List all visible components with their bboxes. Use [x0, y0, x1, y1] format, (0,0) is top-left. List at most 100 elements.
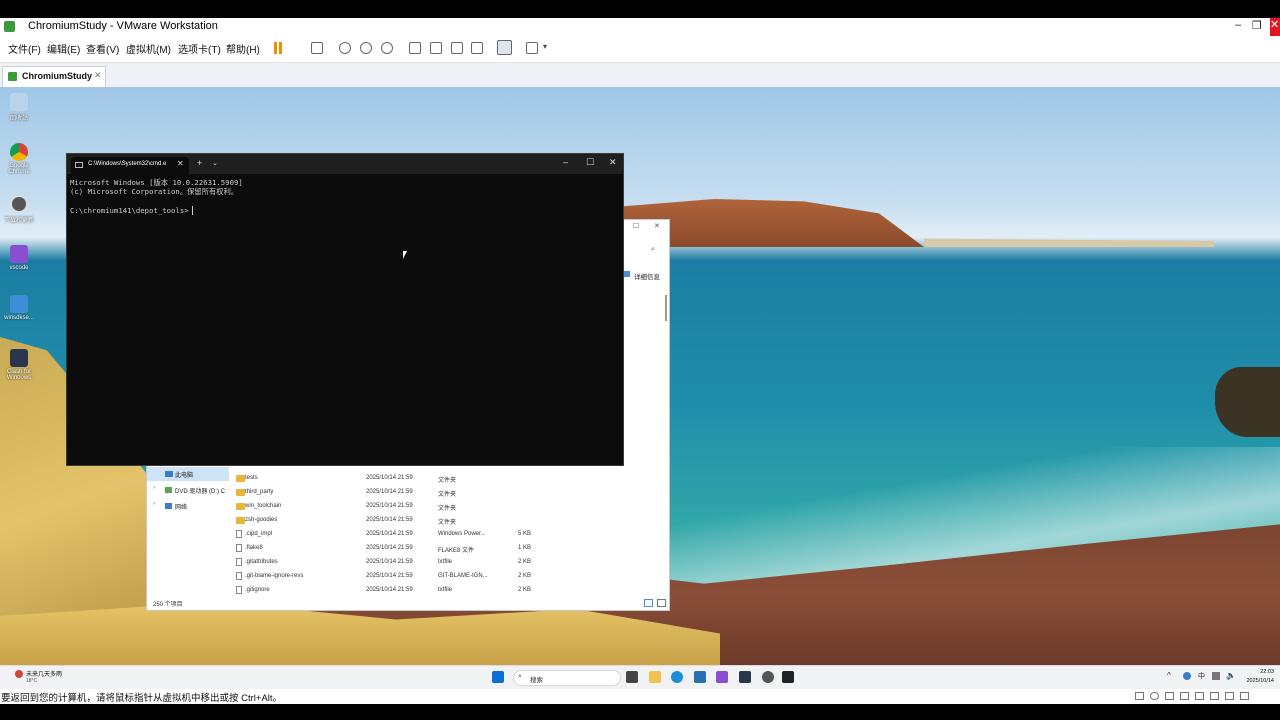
restore-icon[interactable]: ❐	[1252, 19, 1262, 32]
file-date: 2025/10/14 21:59	[366, 587, 413, 593]
menu-vm[interactable]: 虚拟机(M)	[126, 41, 171, 56]
desktop-icon-winsdk[interactable]: winsdkse...	[4, 295, 34, 321]
terminal-window[interactable]: C:\Windows\System32\cmd.e ✕ + ⌄ – ☐ ✕ Mi…	[66, 153, 624, 466]
terminal-tab-title: C:\Windows\System32\cmd.e	[88, 161, 167, 167]
minimize-icon[interactable]: –	[563, 157, 568, 167]
visual-studio-icon[interactable]	[716, 671, 728, 683]
printer-icon[interactable]	[1210, 692, 1219, 700]
terminal-tab[interactable]: C:\Windows\System32\cmd.e ✕	[71, 157, 189, 174]
network-icon[interactable]	[1183, 672, 1191, 680]
recycle-bin-icon	[10, 93, 28, 111]
speaker-icon[interactable]: 🔈	[1226, 671, 1236, 680]
file-row[interactable]: .flake8 2025/10/14 21:59 FLAKE8 文件 1 KB	[147, 542, 667, 556]
terminal-prompt[interactable]: C:\chromium141\depot_tools>	[70, 206, 189, 215]
visual-studio-icon	[10, 245, 28, 263]
file-row[interactable]: win_toolchain 2025/10/14 21:59 文件夹	[147, 500, 667, 514]
unity-icon[interactable]	[471, 42, 483, 54]
thumbnail-view-icon[interactable]	[657, 599, 666, 607]
clock-time[interactable]: 22:03	[1242, 669, 1274, 675]
display-icon[interactable]	[1225, 692, 1234, 700]
status-message: 要返回到您的计算机，请将鼠标指针从虚拟机中移出或按 Ctrl+Alt。	[1, 693, 283, 704]
tab-close-icon[interactable]: ✕	[94, 70, 102, 81]
message-log-icon[interactable]	[1240, 692, 1249, 700]
file-date: 2025/10/14 21:59	[366, 489, 413, 495]
fullscreen-icon[interactable]	[451, 42, 463, 54]
tab-close-icon[interactable]: ✕	[177, 159, 184, 168]
hard-disk-icon[interactable]	[1135, 692, 1144, 700]
chevron-down-icon[interactable]: ▾	[543, 42, 547, 51]
file-row[interactable]: .git-blame-ignore-revs 2025/10/14 21:59 GI…	[147, 570, 667, 584]
settings-icon[interactable]	[762, 671, 774, 683]
desktop-icon-app[interactable]: 下载和更新	[4, 195, 34, 224]
desktop-icon-recycle-bin[interactable]: 回收站	[4, 93, 34, 122]
taskbar-search[interactable]: ⌕ 搜索	[513, 670, 621, 686]
details-view-icon[interactable]	[644, 599, 653, 607]
thumbnail-bar-icon[interactable]	[430, 42, 442, 54]
revert-snapshot-icon[interactable]	[360, 42, 372, 54]
file-date: 2025/10/14 21:59	[366, 503, 413, 509]
task-view-icon[interactable]	[626, 671, 638, 683]
file-size: 2 KB	[518, 559, 532, 565]
menu-tabs[interactable]: 选项卡(T)	[178, 41, 221, 56]
folder-icon	[236, 475, 245, 482]
send-ctrl-alt-del-icon[interactable]	[311, 42, 323, 54]
menu-file[interactable]: 文件(F)	[8, 41, 41, 56]
edge-icon[interactable]	[671, 671, 683, 683]
network-adapter-icon[interactable]	[1165, 692, 1174, 700]
details-pane-button[interactable]: 详细信息	[634, 271, 660, 281]
file-name: tests	[245, 475, 258, 481]
ime-indicator[interactable]: 中	[1198, 671, 1205, 681]
close-icon[interactable]: ✕	[609, 157, 617, 168]
tab-chromiumstudy[interactable]: ChromiumStudy ✕	[2, 66, 106, 87]
clock-date[interactable]: 2025/10/14	[1242, 678, 1274, 684]
maximize-icon[interactable]: ☐	[633, 222, 639, 230]
file-row[interactable]: .cipd_impl 2025/10/14 21:59 Windows Power.…	[147, 528, 667, 542]
chevron-down-icon[interactable]: ⌄	[212, 159, 218, 167]
file-row[interactable]: tests 2025/10/14 21:59 文件夹	[147, 472, 667, 486]
menu-edit[interactable]: 编辑(E)	[47, 41, 80, 56]
menu-view[interactable]: 查看(V)	[86, 41, 119, 56]
snapshot-manager-icon[interactable]	[381, 42, 393, 54]
minimize-icon[interactable]: –	[1235, 19, 1241, 31]
app-icon	[10, 195, 28, 213]
clash-icon[interactable]	[739, 671, 751, 683]
file-date: 2025/10/14 21:59	[366, 517, 413, 523]
file-size: 1 KB	[518, 545, 532, 551]
usb-icon[interactable]	[1180, 692, 1189, 700]
cd-dvd-icon[interactable]	[1150, 692, 1159, 700]
store-icon[interactable]	[694, 671, 706, 683]
search-placeholder: 搜索	[530, 677, 543, 684]
input-icon[interactable]	[1212, 672, 1220, 680]
file-icon	[236, 558, 242, 566]
weather-text[interactable]: 未来几天多雨	[26, 669, 62, 678]
file-row[interactable]: zsh-goodies 2025/10/14 21:59 文件夹	[147, 514, 667, 528]
sidebar-toggle-icon[interactable]	[409, 42, 421, 54]
file-type: 文件夹	[438, 478, 457, 484]
search-icon[interactable]: ⌕	[651, 246, 655, 254]
file-explorer-icon[interactable]	[649, 671, 661, 683]
start-icon[interactable]	[492, 671, 504, 683]
close-icon[interactable]: ✕	[654, 222, 660, 230]
file-row[interactable]: .gitattributes 2025/10/14 21:59 txtfile 2 K…	[147, 556, 667, 570]
new-tab-icon[interactable]: +	[197, 158, 202, 168]
file-icon	[236, 586, 242, 594]
chevron-up-icon[interactable]: ^	[1167, 671, 1171, 680]
file-row[interactable]: third_party 2025/10/14 21:59 文件夹	[147, 486, 667, 500]
scrollbar-thumb[interactable]	[665, 295, 667, 321]
file-row[interactable]: .gitignore 2025/10/14 21:59 txtfile 2 KB	[147, 584, 667, 598]
maximize-icon[interactable]: ☐	[586, 157, 594, 168]
desktop-icon-vscode[interactable]: vscode	[4, 245, 34, 271]
terminal-icon[interactable]	[782, 671, 794, 683]
menu-help[interactable]: 帮助(H)	[226, 41, 260, 56]
desktop-icon-chrome[interactable]: Google Chrome	[4, 143, 34, 175]
desktop-icon-clash[interactable]: Clash for Windows	[4, 349, 34, 381]
cat-icon	[10, 349, 28, 367]
stretch-guest-icon[interactable]	[526, 42, 538, 54]
pause-icon[interactable]	[274, 42, 277, 54]
sound-card-icon[interactable]	[1195, 692, 1204, 700]
weather-icon[interactable]	[15, 670, 23, 678]
console-view-icon[interactable]	[497, 40, 512, 55]
snapshot-icon[interactable]	[339, 42, 351, 54]
file-name: .cipd_impl	[245, 531, 273, 537]
close-icon[interactable]: ✕	[1270, 18, 1280, 36]
